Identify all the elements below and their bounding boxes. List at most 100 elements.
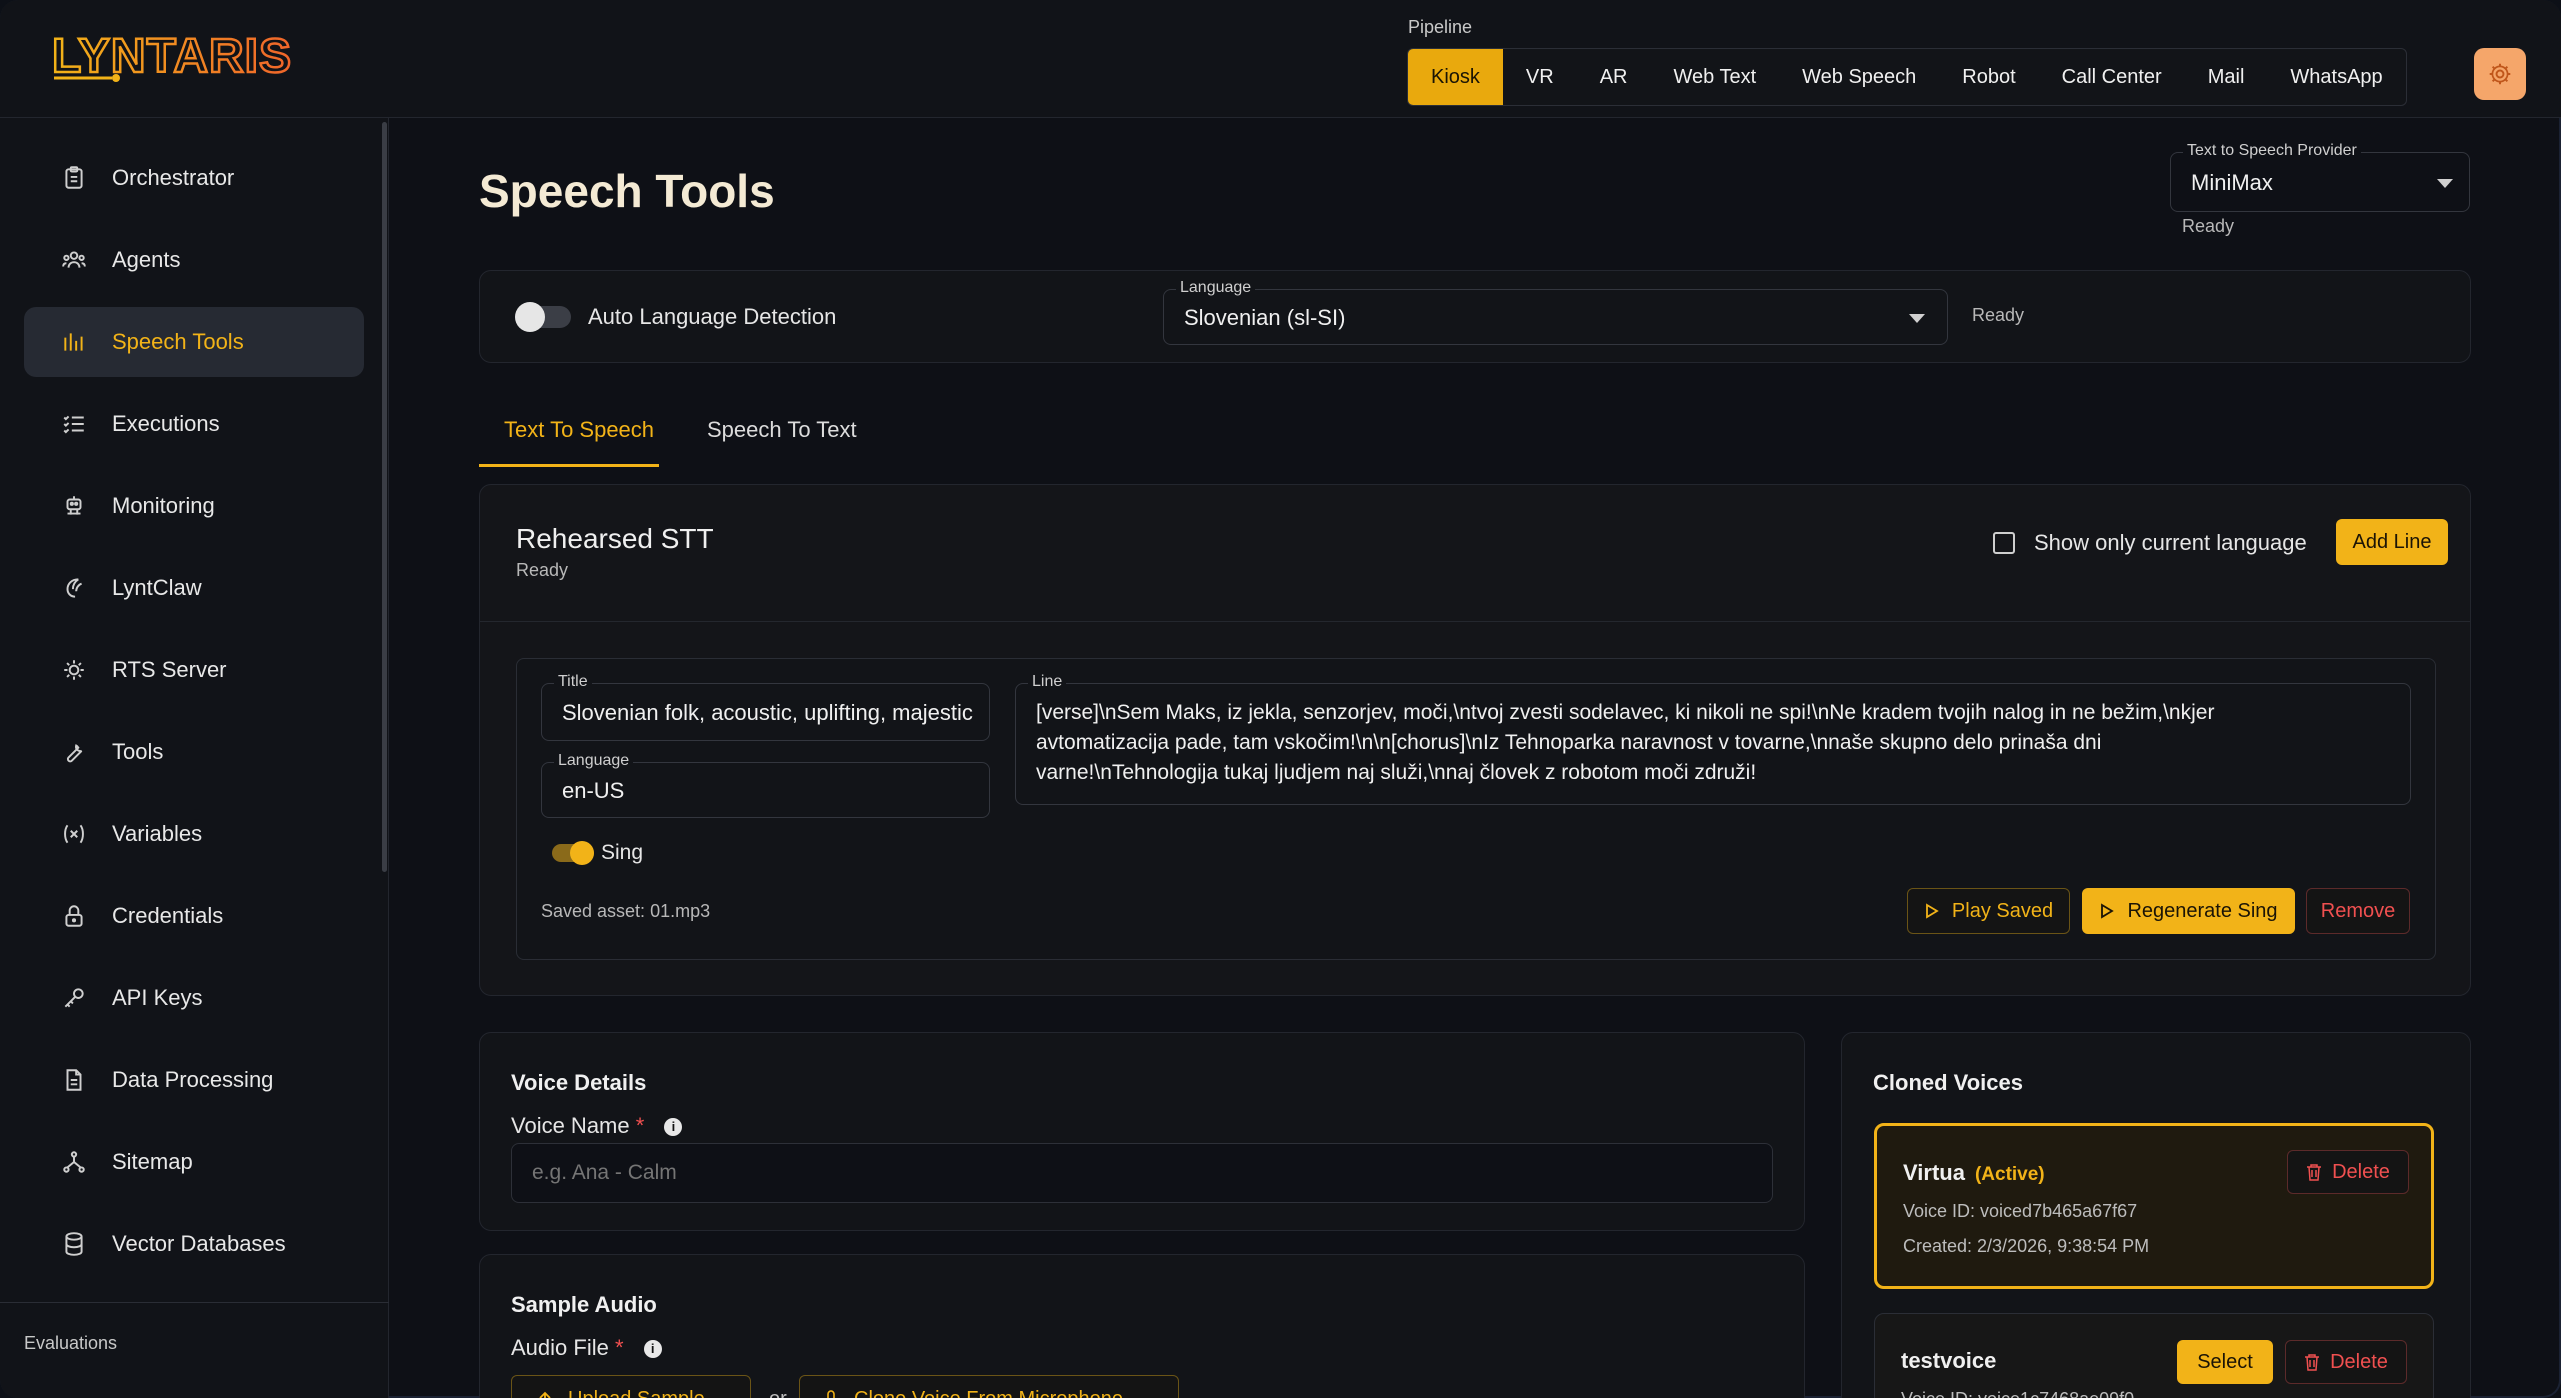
- document-icon: [60, 1066, 88, 1094]
- sidebar-item-label: Agents: [112, 247, 181, 272]
- sidebar-item-sitemap[interactable]: Sitemap: [24, 1127, 364, 1197]
- rehearsed-stt-panel: Rehearsed STT Ready Show only current la…: [479, 484, 2471, 996]
- wrench-icon: [60, 738, 88, 766]
- line-text-row-3: varne!\nTehnologija tukaj ljudjem naj sl…: [1036, 761, 1757, 784]
- entry-title-field[interactable]: Title Slovenian folk, acoustic, upliftin…: [541, 673, 990, 741]
- or-separator: or: [769, 1388, 787, 1398]
- audio-file-label-text: Audio File: [511, 1335, 609, 1360]
- pipeline-tab-whatsapp[interactable]: WhatsApp: [2267, 49, 2405, 105]
- delete-voice-button[interactable]: Delete: [2287, 1150, 2409, 1194]
- voice-id: Voice ID: voiced7b465a67f67: [1903, 1201, 2138, 1221]
- panel-divider: [480, 621, 2470, 622]
- users-icon: [60, 246, 88, 274]
- language-select-value: Slovenian (sl-SI): [1184, 305, 1346, 330]
- upload-sample-button[interactable]: Upload Sample: [511, 1375, 751, 1398]
- entry-language-value: en-US: [562, 778, 625, 803]
- play-saved-label: Play Saved: [1951, 899, 2054, 922]
- sidebar-item-monitoring[interactable]: Monitoring: [24, 471, 364, 541]
- server-gear-icon: [60, 656, 88, 684]
- info-icon[interactable]: i: [664, 1118, 683, 1136]
- auto-language-label: Auto Language Detection: [588, 304, 837, 329]
- sidebar-item-data-processing[interactable]: Data Processing: [24, 1045, 364, 1115]
- audio-file-label: Audio File * i: [511, 1335, 662, 1361]
- settings-button[interactable]: [2474, 48, 2526, 100]
- pipeline-tab-call-center[interactable]: Call Center: [2039, 49, 2185, 105]
- regenerate-sing-label: Regenerate Sing: [2127, 899, 2278, 922]
- entry-language-label: Language: [554, 752, 634, 770]
- microphone-icon: [827, 1390, 835, 1398]
- select-voice-button[interactable]: Select: [2177, 1340, 2273, 1384]
- toggle-knob: [570, 841, 594, 865]
- sidebar-item-executions[interactable]: Executions: [24, 389, 364, 459]
- sidebar-item-tools[interactable]: Tools: [24, 717, 364, 787]
- voice-name-input[interactable]: [511, 1143, 1773, 1203]
- pipeline-tab-vr[interactable]: VR: [1503, 49, 1577, 105]
- sidebar-item-label: Sitemap: [112, 1149, 193, 1174]
- remove-button[interactable]: Remove: [2306, 888, 2410, 934]
- sitemap-icon: [60, 1148, 88, 1176]
- clipboard-icon: [60, 164, 88, 192]
- rehearsed-line-entry: Title Slovenian folk, acoustic, upliftin…: [516, 658, 2436, 960]
- sidebar-item-rts-server[interactable]: RTS Server: [24, 635, 364, 705]
- voice-card-testvoice[interactable]: testvoice Voice ID: voice1c7468ae09f0 Se…: [1874, 1313, 2434, 1398]
- tab-speech-to-text[interactable]: Speech To Text: [707, 407, 857, 467]
- add-line-button[interactable]: Add Line: [2336, 519, 2448, 565]
- play-saved-button[interactable]: Play Saved: [1907, 888, 2070, 934]
- entry-line-textarea[interactable]: Line [verse]\nSem Maks, iz jekla, senzor…: [1015, 673, 2411, 805]
- entry-line-label: Line: [1028, 673, 1067, 691]
- svg-text:LYNTARIS: LYNTARIS: [52, 30, 292, 83]
- voice-details-panel: Voice Details Voice Name * i: [479, 1032, 1805, 1231]
- show-only-current-language-checkbox[interactable]: [1993, 532, 2015, 554]
- sing-toggle[interactable]: [552, 841, 594, 865]
- function-icon: [60, 820, 88, 848]
- pipeline-tab-kiosk[interactable]: Kiosk: [1408, 49, 1503, 105]
- language-status: Ready: [1972, 305, 2025, 325]
- sidebar-item-vector-databases[interactable]: Vector Databases: [24, 1209, 364, 1279]
- tab-text-to-speech[interactable]: Text To Speech: [479, 407, 659, 467]
- sidebar-item-agents[interactable]: Agents: [24, 225, 364, 295]
- language-select-label: Language: [1176, 279, 1256, 297]
- required-mark: *: [635, 1113, 645, 1138]
- pipeline-tab-ar[interactable]: AR: [1577, 49, 1651, 105]
- entry-title-value: Slovenian folk, acoustic, uplifting, maj…: [562, 700, 973, 725]
- sidebar-item-speech-tools[interactable]: Speech Tools: [24, 307, 364, 377]
- sidebar-divider: [0, 1302, 389, 1303]
- delete-voice-button[interactable]: Delete: [2285, 1340, 2407, 1384]
- sidebar-item-lyntclaw[interactable]: LyntClaw: [24, 553, 364, 623]
- sidebar-scrollbar[interactable]: [382, 122, 387, 872]
- lyntaris-logo[interactable]: LYNTARIS: [52, 28, 302, 84]
- tts-provider-label: Text to Speech Provider: [2183, 142, 2361, 160]
- info-icon[interactable]: i: [643, 1340, 662, 1358]
- sidebar-item-orchestrator[interactable]: Orchestrator: [24, 143, 364, 213]
- pipeline-tab-robot[interactable]: Robot: [1939, 49, 2038, 105]
- language-select[interactable]: Language Slovenian (sl-SI): [1163, 279, 1948, 345]
- pipeline-tab-mail[interactable]: Mail: [2185, 49, 2268, 105]
- rehearsed-status: Ready: [516, 560, 569, 580]
- sidebar-item-label: LyntClaw: [112, 575, 202, 600]
- line-text-row-1: [verse]\nSem Maks, iz jekla, senzorjev, …: [1036, 701, 2215, 724]
- entry-title-label: Title: [554, 673, 592, 691]
- tts-provider-status: Ready: [2182, 216, 2235, 236]
- sidebar-item-api-keys[interactable]: API Keys: [24, 963, 364, 1033]
- sidebar-item-label: Orchestrator: [112, 165, 235, 190]
- voice-details-heading: Voice Details: [511, 1070, 647, 1095]
- page-title: Speech Tools: [479, 165, 775, 217]
- regenerate-sing-button[interactable]: Regenerate Sing: [2082, 888, 2295, 934]
- auto-language-toggle[interactable]: [515, 302, 571, 332]
- pipeline-tab-web-speech[interactable]: Web Speech: [1779, 49, 1939, 105]
- entry-language-field[interactable]: Language en-US: [541, 752, 990, 818]
- play-icon: [1926, 903, 1939, 919]
- sidebar-item-variables[interactable]: Variables: [24, 799, 364, 869]
- sidebar-item-credentials[interactable]: Credentials: [24, 881, 364, 951]
- pipeline-label: Pipeline: [1408, 17, 1473, 37]
- language-bar: Auto Language Detection Language Sloveni…: [479, 270, 2471, 363]
- sidebar-item-label: RTS Server: [112, 657, 227, 682]
- clone-voice-microphone-button[interactable]: Clone Voice From Microphone: [799, 1375, 1179, 1398]
- robot-icon: [60, 492, 88, 520]
- delete-label: Delete: [2332, 1160, 2390, 1183]
- voice-card-virtua[interactable]: Virtua (Active) Voice ID: voiced7b465a67f…: [1874, 1123, 2434, 1289]
- toggle-knob: [515, 302, 545, 332]
- delete-label: Delete: [2330, 1350, 2388, 1373]
- pipeline-tab-web-text[interactable]: Web Text: [1651, 49, 1780, 105]
- tts-provider-select[interactable]: Text to Speech Provider MiniMax: [2170, 142, 2470, 212]
